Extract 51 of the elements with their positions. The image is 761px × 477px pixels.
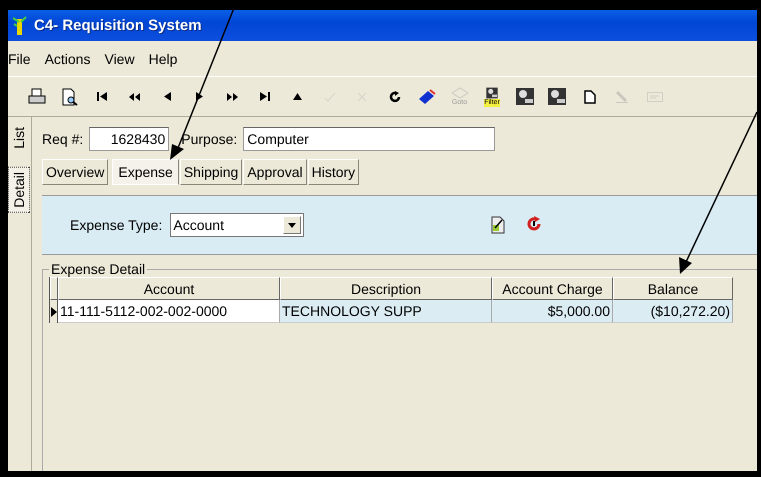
dropdown-button[interactable] xyxy=(283,216,302,234)
req-number-field[interactable]: 1628430 xyxy=(89,127,170,151)
expense-type-dropdown[interactable]: Account xyxy=(170,213,304,237)
window-magnifier-icon xyxy=(547,87,567,106)
field-label: Req #: xyxy=(42,131,84,147)
table-cell: $5,000.00 xyxy=(492,300,613,323)
group-title: Expense Detail xyxy=(50,261,146,277)
pen-icon xyxy=(614,88,630,104)
tab[interactable]: Approval xyxy=(243,159,307,185)
card-icon xyxy=(646,92,662,102)
triangle-right-icon xyxy=(195,92,204,101)
skip-end-icon xyxy=(260,92,270,101)
tab[interactable]: Expense xyxy=(112,159,179,185)
document-edit-icon[interactable] xyxy=(490,216,506,234)
menu-item[interactable]: File xyxy=(8,51,31,76)
table-cell: TECHNOLOGY SUPP xyxy=(280,300,492,323)
caret-icon xyxy=(288,222,296,228)
skip-start-icon xyxy=(97,92,107,101)
column-header[interactable]: Account xyxy=(58,277,280,300)
side-tab[interactable]: Detail xyxy=(8,166,30,213)
tab[interactable]: Shipping xyxy=(180,159,242,185)
refresh-alert-icon[interactable] xyxy=(526,216,542,232)
fast-forward-icon xyxy=(226,92,238,100)
printer-icon xyxy=(28,88,46,105)
field-label: Expense Type: xyxy=(70,217,162,233)
open-book-icon xyxy=(450,86,468,98)
table-cell: 11-111-5112-002-002-0000 xyxy=(58,300,280,323)
menu-item[interactable]: Actions xyxy=(44,51,90,76)
menu-item[interactable]: View xyxy=(104,51,135,76)
refresh-icon xyxy=(388,90,400,102)
tab[interactable]: Overview xyxy=(42,159,108,185)
row-header xyxy=(50,277,58,300)
document-icon xyxy=(584,90,596,104)
rewind-icon xyxy=(129,92,140,100)
menu-item[interactable]: Help xyxy=(148,51,178,76)
window-title: C4- Requisition System xyxy=(34,17,202,34)
column-header[interactable]: Description xyxy=(280,277,492,300)
tab[interactable]: History xyxy=(308,159,360,185)
document-magnifier-icon xyxy=(62,88,78,106)
field-label: Purpose: xyxy=(181,131,238,147)
column-header[interactable]: Balance xyxy=(613,277,733,300)
app-logo-icon xyxy=(12,16,28,36)
table-cell: ($10,272.20) xyxy=(613,300,733,323)
row-pointer-icon xyxy=(50,306,56,316)
purpose-field[interactable]: Computer xyxy=(243,127,496,151)
book-icon xyxy=(418,88,436,104)
triangle-up-icon xyxy=(292,92,302,101)
triangle-left-icon xyxy=(162,92,172,101)
column-header[interactable]: Account Charge xyxy=(492,277,613,300)
window-magnifier-icon xyxy=(514,87,534,106)
side-tab[interactable]: List xyxy=(8,123,30,153)
